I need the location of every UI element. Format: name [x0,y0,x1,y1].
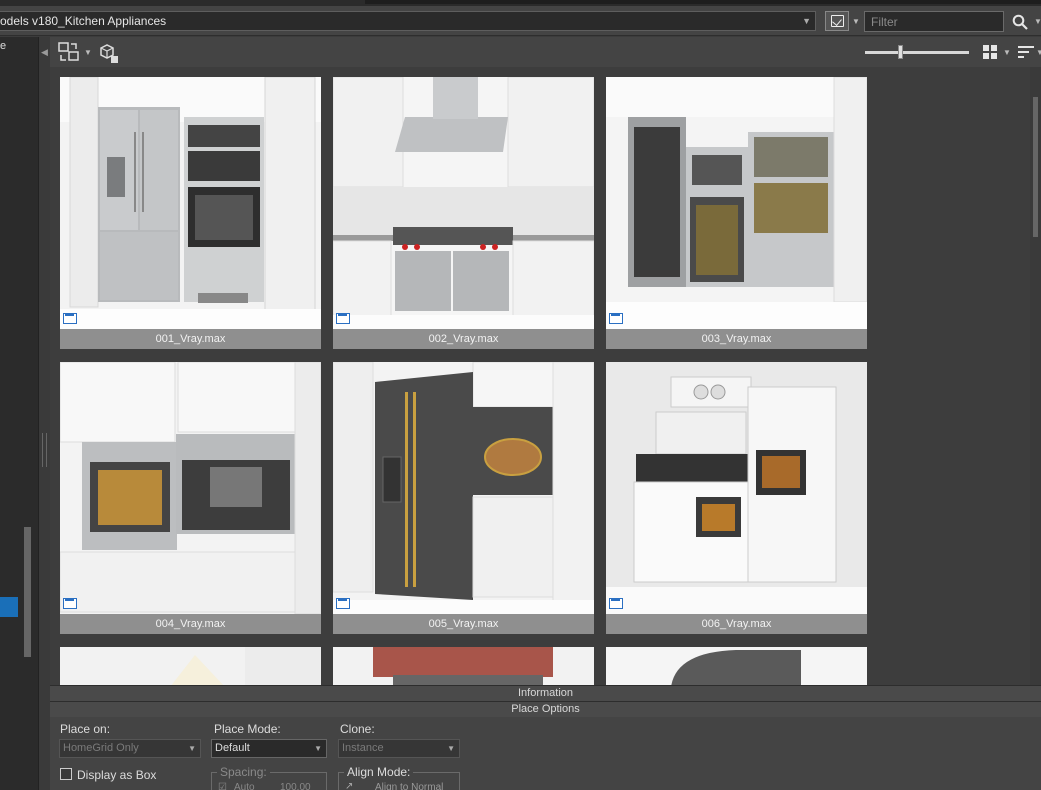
max-file-icon [63,313,77,324]
library-dropdown-value: odels v180_Kitchen Appliances [0,14,167,28]
asset-thumbnail[interactable] [60,362,321,614]
place-mode-label: Place Mode: [214,722,281,736]
asset-label: 001_Vray.max [60,329,321,349]
clone-value: Instance [342,742,384,754]
information-rollout[interactable]: Information [50,685,1041,701]
chevron-down-icon: ▼ [802,16,811,26]
place-on-dropdown[interactable]: HomeGrid Only ▼ [59,739,201,758]
asset-tile[interactable] [333,647,594,685]
library-bar: odels v180_Kitchen Appliances ▼ ▼ ▼ [0,6,1041,36]
sort-icon[interactable] [1018,46,1034,60]
chevron-down-icon: ▼ [447,744,455,753]
asset-grid: 001_Vray.max 002_Vray.max 003_Vray.max 0… [50,67,1030,685]
place-mode-dropdown[interactable]: Default ▼ [211,739,327,758]
side-panel-scrollbar[interactable] [24,527,31,657]
asset-label: 006_Vray.max [606,614,867,634]
thumbnail-size-slider-track[interactable] [865,51,969,54]
side-panel: e [0,37,38,790]
asset-thumbnail[interactable] [60,77,321,329]
place-options-panel: Place on: HomeGrid Only ▼ Place Mode: De… [50,717,1041,790]
clone-dropdown[interactable]: Instance ▼ [338,739,460,758]
align-mode-group: Align Mode: ↗ Align to Normal [338,765,460,790]
add-asset-icon[interactable] [98,42,120,64]
asset-thumbnail[interactable] [60,647,321,685]
asset-tile[interactable]: 003_Vray.max [606,77,867,349]
max-file-icon [609,598,623,609]
chevron-down-icon[interactable]: ▼ [1003,48,1011,57]
filter-options-button[interactable] [825,11,849,31]
display-as-box-label: Display as Box [77,768,157,782]
chevron-down-icon: ▼ [188,744,196,753]
search-icon[interactable] [1012,14,1028,30]
asset-thumbnail[interactable] [333,77,594,329]
asset-label: 003_Vray.max [606,329,867,349]
spacing-group: Spacing: ☑ Auto 100.00 [211,765,327,790]
spacing-auto-label: Auto [234,782,255,790]
chevron-down-icon: ▼ [314,744,322,753]
place-options-rollout[interactable]: Place Options [50,701,1041,717]
asset-tile[interactable] [606,647,867,685]
asset-label: 002_Vray.max [333,329,594,349]
asset-thumbnail[interactable] [333,647,594,685]
place-on-label: Place on: [60,722,111,736]
asset-label: 004_Vray.max [60,614,321,634]
asset-label: 005_Vray.max [333,614,594,634]
collapse-arrow-icon[interactable]: ◀ [41,47,48,58]
grid-scrollbar-thumb[interactable] [1033,97,1038,237]
asset-library-window: odels v180_Kitchen Appliances ▼ ▼ ▼ e ◀ … [0,0,1041,790]
thumbnail-size-slider-thumb[interactable] [898,45,903,59]
asset-thumbnail[interactable] [606,77,867,329]
max-file-icon [336,598,350,609]
side-panel-label: e [0,40,7,52]
asset-tile[interactable]: 004_Vray.max [60,362,321,634]
asset-tile[interactable]: 002_Vray.max [333,77,594,349]
place-mode-value: Default [215,742,250,754]
side-panel-selected-item[interactable] [0,597,18,617]
max-file-icon [609,313,623,324]
splitter-grip[interactable] [42,433,47,467]
asset-thumbnail[interactable] [606,362,867,614]
filter-input[interactable] [864,11,1004,32]
grid-scrollbar[interactable] [1030,67,1041,685]
chevron-down-icon[interactable]: ▼ [852,17,860,26]
chevron-down-icon[interactable]: ▼ [1034,17,1041,26]
spacing-label: Spacing: [217,765,270,779]
grid-view-icon[interactable] [983,45,998,60]
refresh-swap-icon[interactable] [57,41,81,63]
asset-thumbnail[interactable] [606,647,867,685]
max-file-icon [336,313,350,324]
asset-thumbnail[interactable] [333,362,594,614]
asset-tile[interactable]: 001_Vray.max [60,77,321,349]
chevron-down-icon[interactable]: ▼ [84,48,92,57]
checklist-icon [831,15,844,27]
browser-toolbar: ▼ ▼ ▼ [50,37,1041,67]
asset-tile[interactable]: 006_Vray.max [606,362,867,634]
spacing-auto-checkbox[interactable]: ☑ [218,782,227,790]
align-mode-label: Align Mode: [344,765,414,779]
align-to-normal-label[interactable]: Align to Normal [375,782,443,790]
spacing-value[interactable]: 100.00 [280,782,311,790]
display-as-box-checkbox[interactable] [60,768,72,780]
asset-tile[interactable]: 005_Vray.max [333,362,594,634]
align-normal-icon[interactable]: ↗ [345,781,353,790]
chevron-down-icon[interactable]: ▼ [1036,48,1041,57]
library-dropdown[interactable]: odels v180_Kitchen Appliances ▼ [0,11,816,31]
place-on-value: HomeGrid Only [63,742,139,754]
asset-tile[interactable] [60,647,321,685]
panel-splitter[interactable]: ◀ [38,37,50,790]
max-file-icon [63,598,77,609]
clone-label: Clone: [340,722,375,736]
